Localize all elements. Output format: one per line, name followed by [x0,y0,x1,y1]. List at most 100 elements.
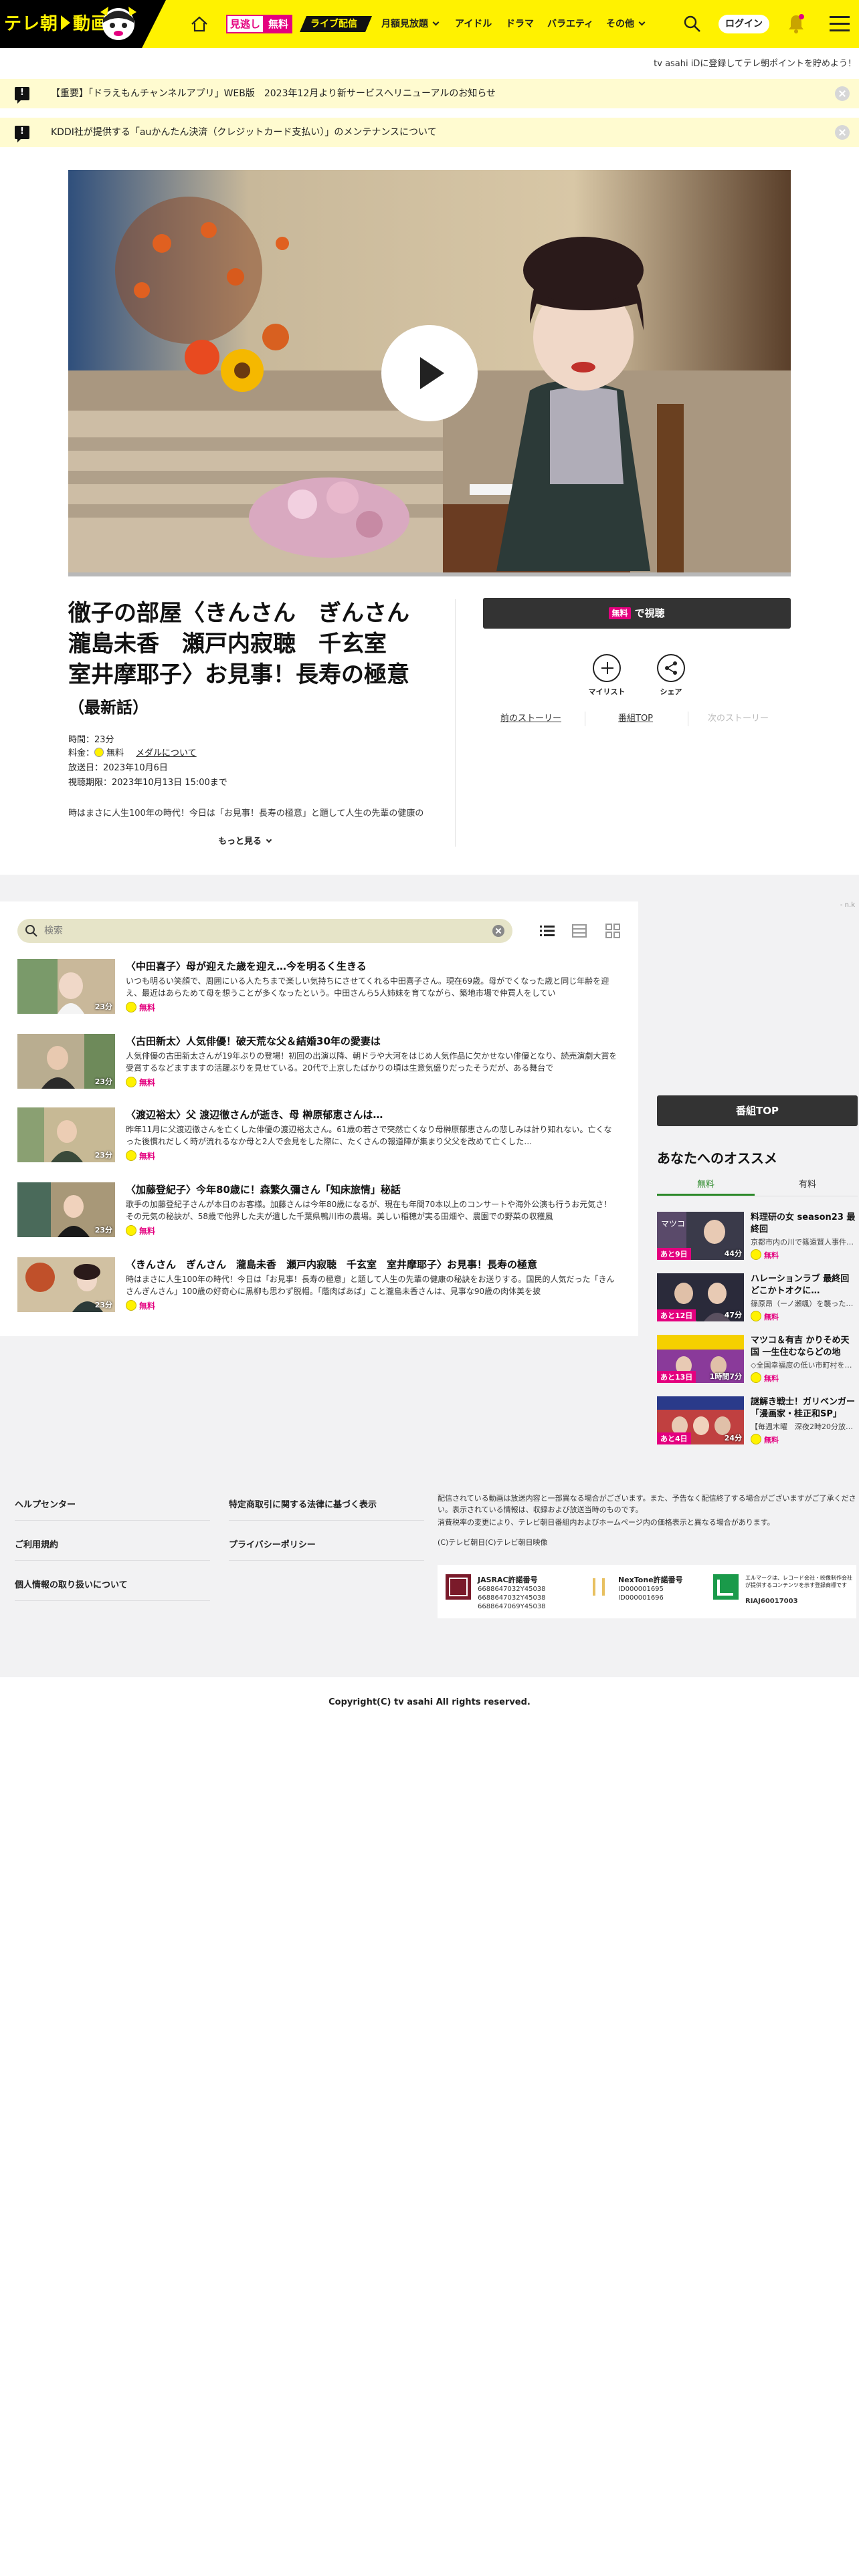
episode-duration: 23分 [94,1151,112,1160]
latest-label: （最新話） [68,698,149,717]
point-registration-note[interactable]: tv asahi iDに登録してテレ朝ポイントを貯めよう！ [654,56,856,69]
recommendation-duration: 47分 [724,1311,742,1319]
free-label: 無料 [139,1226,156,1236]
list-view-icon[interactable] [538,922,557,940]
recommendation-thumbnail: あと13日 1時間7分 [657,1335,744,1383]
hamburger-menu-icon[interactable] [830,16,850,32]
recommendation-thumbnail: あと12日 47分 [657,1273,744,1321]
free-label: 無料 [139,1301,156,1311]
program-top-button[interactable]: 番組TOP [657,1095,858,1126]
grid-view-icon[interactable] [603,922,622,940]
free-coin-icon [126,1002,136,1012]
episode-row[interactable]: 23分 〈渡辺裕太〉父 渡辺徹さんが逝き、母 榊原郁恵さんは… 昨年11月に父渡… [17,1107,619,1172]
plus-icon [593,654,621,682]
close-icon[interactable] [835,86,850,101]
video-player[interactable] [68,170,791,574]
home-icon[interactable] [190,15,209,33]
nav-idol[interactable]: アイドル [455,16,492,32]
nav-other[interactable]: その他 [606,16,646,32]
free-badge: 無料 [126,1300,155,1312]
nextone-number: ID000001696 [618,1594,664,1602]
copyright: Copyright(C) tv asahi All rights reserve… [328,1697,531,1707]
mylist-button[interactable]: マイリスト [583,654,630,697]
login-button[interactable]: ログイン [719,15,769,33]
recommendation-duration: 24分 [724,1434,742,1442]
recommendation-item[interactable]: あと12日 47分 ハレーションラブ 最終回 どこかトオクに… 篠原昂（ーノ瀬颯… [657,1273,858,1325]
mascot-icon [100,7,136,40]
episode-search-input[interactable] [44,923,472,939]
recommendation-description: 篠原昂（ーノ瀬颯）を襲った… [751,1299,854,1308]
recommendation-item[interactable]: あと4日 24分 謎解き戦士！ガリベンガー「漫画家・桂正和SP」 【毎週木曜 深… [657,1396,858,1448]
free-badge: 無料 [126,1150,155,1162]
nav-drama[interactable]: ドラマ [506,16,534,32]
episode-search-bar[interactable] [17,919,512,943]
episode-title-text: 徹子の部屋〈きんさん ぎんさん 瀧島未香 瀬戸内寂聴 千玄室 室井摩耶子〉お見事… [68,600,432,688]
episode-description: 時はまさに人生100年の時代！今日は「お見事！長寿の極意」と題して人生の先輩の健… [126,1275,615,1296]
recommendation-item[interactable]: マツコ あと9日 44分 料理研の女 season23 最終回 京都市内の川で篠… [657,1212,858,1264]
days-remaining: あと13日 [657,1371,696,1383]
recommendation-thumbnail: マツコ あと9日 44分 [657,1212,744,1260]
recommendation-heading: あなたへのオススメ [657,1150,777,1166]
recommendation-title: 料理研の女 season23 最終回 [751,1212,856,1235]
nav-variety[interactable]: バラエティ [547,16,593,32]
prev-story-link[interactable]: 前のストーリー [500,712,561,726]
detail-view-icon[interactable] [570,922,589,940]
search-icon[interactable] [682,14,702,34]
chevron-down-icon [432,19,440,26]
tab-paid[interactable]: 有料 [759,1176,856,1196]
episode-row[interactable]: 23分 〈きんさん ぎんさん 瀧島未香 瀬戸内寂聴 千玄室 室井摩耶子〉お見事！… [17,1257,619,1321]
episode-thumbnail: 23分 [17,959,115,1014]
show-more-button[interactable]: もっと見る [218,835,272,849]
program-top-link[interactable]: 番組TOP [618,712,653,726]
recommendation-item[interactable]: あと13日 1時間7分 マツコ＆有吉 かりそめ天国 一生住むならどの地域？… ◇… [657,1335,858,1387]
episode-row[interactable]: 23分 〈加藤登紀子〉今年80歳に！森繁久彌さん「知床旅情」秘話 歌手の加藤登紀… [17,1182,619,1247]
live-link[interactable]: ライブ配信 [300,16,372,32]
recommendation-thumbnail: あと4日 24分 [657,1396,744,1444]
footer-link-terms[interactable]: ご利用規約 [15,1530,210,1561]
mylist-label: マイリスト [588,687,626,696]
free-label: 無料 [764,1374,779,1383]
episode-duration: 23分 [94,1002,112,1011]
notice-text: KDDI社が提供する「auかんたん決済（クレジットカード支払い）」のメンテナンス… [51,127,437,138]
bell-icon[interactable] [787,13,805,33]
days-remaining: あと12日 [657,1309,696,1321]
tab-free[interactable]: 無料 [657,1176,755,1196]
price-label: 料金： [68,748,95,758]
show-more-label: もっと見る [218,837,262,847]
clear-icon[interactable] [492,925,504,937]
close-icon[interactable] [835,125,850,140]
watch-free-button[interactable]: 無料 で視聴 [483,598,791,629]
recommendation-title: ハレーションラブ 最終回 どこかトオクに… [751,1274,858,1296]
site-logo[interactable]: テレ朝 動画 [0,0,142,48]
notice-text: 【重要】「ドラえもんチャンネルアプリ」WEB版 2023年12月より新サービスへ… [51,88,496,99]
free-label: 無料 [764,1436,779,1444]
nav-monthly[interactable]: 月額見放題 [381,16,440,32]
nav-monthly-label: 月額見放題 [381,19,428,29]
footer-link-privacy[interactable]: プライバシーポリシー [229,1530,424,1561]
free-badge: 無料 [751,1311,779,1323]
episode-row[interactable]: 23分 〈中田喜子〉母が迎えた歳を迎え…今を明るく生きる いつも明るい笑顔で、周… [17,959,619,1023]
play-button[interactable] [381,325,478,421]
episode-row[interactable]: 23分 〈古田新太〉人気俳優！破天荒な父＆結婚30年の愛妻は 人気俳優の古田新太… [17,1034,619,1098]
free-label: 無料 [139,1003,156,1012]
free-coin-icon [126,1300,136,1311]
divider [455,599,456,847]
footer-link-help[interactable]: ヘルプセンター [15,1490,210,1521]
jasrac-number: 6688647032Y45038 [478,1594,546,1602]
share-button[interactable]: シェア [648,654,694,697]
jasrac-title: JASRAC許諾番号 [478,1576,538,1584]
free-label: 無料 [764,1313,779,1321]
nextone-license: NexTone許諾番号 ID000001695 ID000001696 [586,1574,713,1612]
notice-banner[interactable]: KDDI社が提供する「auかんたん決済（クレジットカード支払い）」のメンテナンス… [0,118,859,147]
mitoshi-free-link[interactable]: 見逃し 無料 [226,15,293,33]
notice-banner[interactable]: 【重要】「ドラえもんチャンネルアプリ」WEB版 2023年12月より新サービスへ… [0,79,859,108]
recommendation-description: 京都市内の川で篠遠賢人事件… [751,1238,854,1247]
medal-info-link[interactable]: メダルについて [136,748,197,758]
episode-title: 〈中田喜子〉母が迎えた歳を迎え…今を明るく生きる [126,960,367,972]
footer-link-personal-info[interactable]: 個人情報の取り扱いについて [15,1570,210,1601]
days-remaining: あと4日 [657,1432,691,1444]
notice-icon [15,87,29,104]
video-progress-track[interactable] [68,572,791,576]
jasrac-number: 6688647032Y45038 [478,1586,546,1593]
footer-link-tokushoho[interactable]: 特定商取引に関する法律に基づく表示 [229,1490,424,1521]
